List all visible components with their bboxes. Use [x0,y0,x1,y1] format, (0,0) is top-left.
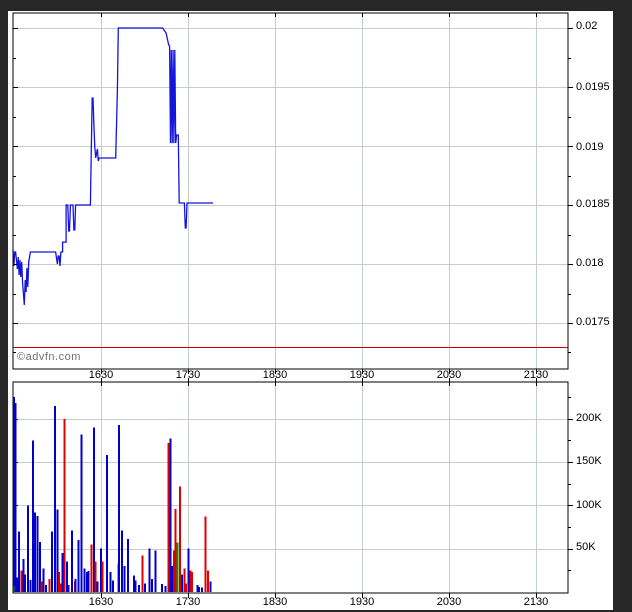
volume-bar [173,550,175,592]
volume-bar [155,550,157,592]
volume-bar [41,582,43,592]
volume-bar [151,579,153,592]
volume-bar [204,517,206,592]
volume-bar [149,549,151,592]
volume-bar [179,486,181,592]
volume-bar [54,406,56,592]
volume-bar [75,579,77,592]
volume-bar [51,531,53,592]
time-axis-label: 1830 [259,369,291,381]
volume-bar [164,586,166,592]
volume-bar [66,562,68,592]
volume-bar [24,575,26,592]
volume-axis-label: 200K [576,412,602,424]
time-axis-label: 1830 [259,596,291,608]
volume-bar [88,571,90,592]
volume-bar [183,569,185,592]
volume-bar [18,531,20,592]
volume-bar [191,572,193,592]
volume-bar [127,539,129,592]
volume-bar [168,443,170,592]
volume-bar [68,585,70,592]
volume-bar [45,585,47,592]
volume-bar [71,531,73,593]
time-axis-label: 2030 [433,369,465,381]
chart-canvas [0,0,632,612]
volume-bar [135,581,137,592]
volume-bar [49,579,51,592]
volume-bar [106,455,108,592]
price-axis-label: 0.0175 [576,316,610,328]
volume-bar [83,569,85,592]
volume-bar [36,516,38,592]
time-axis-label: 1630 [85,596,117,608]
volume-bar [34,512,36,592]
volume-bar [198,587,200,592]
volume-bar [144,583,146,592]
volume-bar [121,531,123,593]
volume-bar [112,581,114,592]
volume-bar [201,588,203,592]
volume-bar [63,419,65,592]
volume-bar [93,428,95,593]
volume-axis-label: 150K [576,455,602,467]
volume-bar [77,540,79,592]
volume-bar [196,585,198,592]
price-axis-label: 0.018 [576,257,604,269]
volume-bar [207,570,209,592]
time-axis-label: 1730 [172,369,204,381]
volume-axis-label: 50K [576,541,596,553]
volume-bar [29,580,31,592]
volume-bar [96,582,98,592]
volume-bar [32,440,34,592]
volume-bar [138,585,140,592]
time-axis-label: 2130 [520,369,552,381]
volume-bar [118,425,120,592]
volume-bar [81,434,83,592]
volume-axis-label: 100K [576,499,602,511]
volume-bar [210,582,212,592]
volume-bar [15,403,17,592]
volume-bar [188,549,190,592]
volume-bar [181,575,183,592]
volume-bar [176,543,178,592]
volume-bar [142,556,144,592]
volume-bar [95,562,97,592]
volume-bar [90,544,92,592]
time-axis-label: 1630 [85,369,117,381]
advfn-chart-image: 0.02 0.0195 0.019 0.0185 0.018 0.0175 20… [0,0,632,612]
volume-bar [13,397,15,592]
time-axis-label: 2130 [520,596,552,608]
volume-bar [109,572,111,592]
price-axis-label: 0.0185 [576,198,610,210]
volume-bar [22,559,24,592]
time-axis-label: 1730 [172,596,204,608]
volume-bar [27,505,29,592]
price-axis-label: 0.019 [576,141,604,153]
volume-bar [58,572,60,592]
volume-bar [161,584,163,592]
time-axis-label: 1930 [346,596,378,608]
time-axis-label: 2030 [433,596,465,608]
chart-panel [8,11,613,610]
price-axis-label: 0.0195 [576,81,610,93]
volume-bar [123,566,125,592]
time-axis-label: 1930 [346,369,378,381]
advfn-watermark: ©advfn.com [17,351,81,363]
volume-bar [102,562,104,592]
volume-bar [133,576,135,593]
volume-bar [43,569,45,592]
volume-bar [185,583,187,592]
price-axis-label: 0.02 [576,20,597,32]
